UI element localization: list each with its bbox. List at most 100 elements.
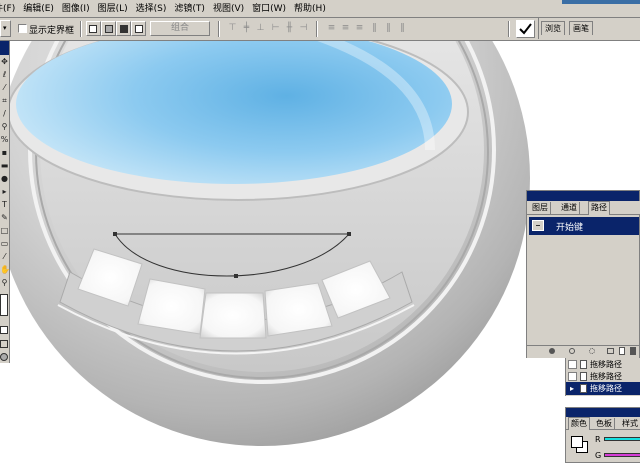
path-name: 开始键 [556,223,584,233]
distribute-top-icon[interactable]: ≡ [326,23,337,34]
crop-icon[interactable]: ⌗ [0,95,9,107]
brush-icon[interactable]: / [0,108,9,120]
anchor-point-right[interactable] [347,232,351,236]
screen-mode-icon[interactable] [0,340,8,348]
separator [508,21,509,37]
tab-channels[interactable]: 通道 [559,202,580,214]
intersect-shape-icon [120,25,128,33]
separator [316,21,317,37]
tab-layers[interactable]: 图层 [530,202,551,214]
exclude-shape-icon [135,25,143,33]
subtract-shape-button[interactable] [101,21,116,36]
menu-select[interactable]: 选择(S) [132,1,171,17]
menu-help[interactable]: 帮助(H) [290,1,330,17]
history-step-icon [580,384,587,393]
zoom-icon[interactable]: ⚲ [0,277,9,289]
menu-window[interactable]: 窗口(W) [248,1,290,17]
show-bounding-box-checkbox[interactable] [18,24,27,33]
eyedropper-icon[interactable]: ⁄ [0,251,9,263]
fill-path-icon[interactable] [549,348,555,354]
tab-paths[interactable]: 路径 [588,201,610,215]
distribute-vcenter-icon[interactable]: ≡ [340,23,351,34]
jump-to-imageready-icon[interactable] [0,353,8,361]
history-brush-source-checkbox[interactable]: ▸ [568,384,577,393]
paths-list-empty [529,235,639,343]
align-right-icon[interactable]: ⊣ [298,23,309,34]
path-thumbnail [532,220,544,231]
tool-preset-picker[interactable]: ▾ [0,20,11,37]
distribute-right-icon[interactable]: ‖ [397,23,408,34]
history-brush-source-checkbox[interactable] [568,372,577,381]
checkmark-icon [519,23,532,35]
tab-styles[interactable]: 样式 [620,418,640,430]
combine-button[interactable]: 组合 [150,21,210,36]
separator [80,21,81,37]
tab-brushes[interactable]: 画笔 [569,21,593,35]
anchor-point-left[interactable] [113,232,117,236]
dodge-icon[interactable]: ● [0,173,9,185]
history-step-label: 拖移路径 [590,384,622,393]
menu-edit[interactable]: 编辑(E) [19,1,58,17]
paths-panel-titlebar [527,191,639,201]
make-work-path-icon[interactable] [607,348,614,354]
history-step-current[interactable]: ▸ 拖移路径 [566,382,640,395]
r-slider[interactable] [604,437,640,441]
menu-view[interactable]: 视图(V) [209,1,248,17]
new-path-icon[interactable] [619,347,625,355]
menu-filter[interactable]: 滤镜(T) [170,1,209,17]
distribute-left-icon[interactable]: ‖ [369,23,380,34]
menu-file[interactable]: 件(F) [0,1,19,17]
paths-panel: 图层 通道 路径 开始键 [526,190,640,358]
history-step-icon [580,372,587,381]
menu-bar: 件(F) 编辑(E) 图像(I) 图层(L) 选择(S) 滤镜(T) 视图(V)… [0,0,640,18]
color-panel: 颜色 色板 样式 R G [565,407,640,463]
intersect-shape-button[interactable] [116,21,131,36]
history-panel: 拖移路径 拖移路径 ▸ 拖移路径 [565,358,640,396]
align-left-icon[interactable]: ⊢ [270,23,281,34]
tab-swatches[interactable]: 色板 [594,418,615,430]
g-slider[interactable] [604,453,640,457]
align-bottom-icon[interactable]: ⊥ [255,23,266,34]
foreground-color-swatch[interactable] [0,294,8,316]
menu-layer[interactable]: 图层(L) [94,1,132,17]
eraser-icon[interactable]: ▪ [0,147,9,159]
tab-file-browser[interactable]: 浏览 [541,21,565,35]
pen-icon[interactable]: ✎ [0,212,9,224]
toolbox: ✥ ℓ ⁄ ⌗ / ⚲ % ▪ ▬ ● ▸ T ✎ □ ▭ ⁄ ✋ ⚲ [0,41,10,363]
distribute-bottom-icon[interactable]: ≡ [354,23,365,34]
add-to-shape-button[interactable] [86,21,101,36]
hand-icon[interactable]: ✋ [0,264,9,276]
align-hcenter-icon[interactable]: ╫ [284,23,295,34]
window-title-edge [562,0,640,4]
notes-icon[interactable]: ▭ [0,238,9,250]
menu-image[interactable]: 图像(I) [58,1,94,17]
separator [218,21,219,37]
paths-panel-footer [527,345,639,358]
type-icon[interactable]: T [0,199,9,211]
history-brush-source-checkbox[interactable] [568,360,577,369]
color-panel-titlebar [566,408,640,417]
stroke-path-icon[interactable] [569,348,575,354]
quick-mask-icon[interactable] [0,326,8,334]
distribute-hcenter-icon[interactable]: ‖ [383,23,394,34]
path-select-icon[interactable]: ▸ [0,186,9,198]
exclude-shape-button[interactable] [131,21,146,36]
align-vcenter-icon[interactable]: ╪ [241,23,252,34]
stamp-icon[interactable]: ⚲ [0,121,9,133]
load-selection-icon[interactable] [589,348,595,354]
tab-color[interactable]: 颜色 [568,417,590,430]
align-top-icon[interactable]: ⊤ [227,23,238,34]
key-3[interactable] [199,292,267,339]
commit-button[interactable] [516,20,535,38]
lasso-icon[interactable]: ℓ [0,69,9,81]
history-brush-icon[interactable]: % [0,134,9,146]
foreground-swatch[interactable] [571,436,583,448]
shape-icon[interactable]: □ [0,225,9,237]
gradient-icon[interactable]: ▬ [0,160,9,172]
magic-wand-icon[interactable]: ⁄ [0,82,9,94]
key-2[interactable] [137,278,206,335]
anchor-point-middle[interactable] [234,274,238,278]
path-row-selected[interactable]: 开始键 [529,217,639,235]
move-icon[interactable]: ✥ [0,56,9,68]
delete-path-icon[interactable] [630,347,636,355]
